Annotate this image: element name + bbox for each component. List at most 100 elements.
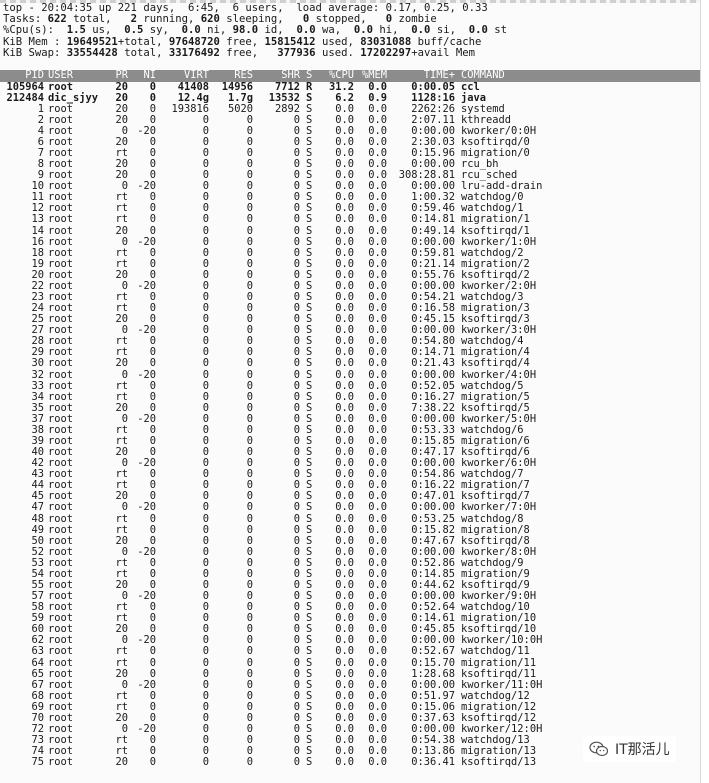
tasks-unit: total, — [66, 13, 131, 26]
cell-cmd: ccl — [461, 80, 480, 93]
cell-virt: 0 — [202, 689, 209, 702]
cell-cpu: 0.0 — [335, 756, 354, 769]
cell-res: 0 — [246, 512, 253, 525]
cell-cmd: migration/1 — [461, 213, 530, 226]
cell-user: root — [48, 512, 74, 525]
cell-time: 1128:16 — [411, 91, 455, 104]
cell-res: 0 — [246, 368, 253, 381]
cell-virt: 0 — [202, 113, 209, 126]
column-header-time: TIME+ — [423, 69, 455, 81]
cell-virt: 12.4g — [177, 91, 209, 104]
column-header-mem: %MEM — [361, 69, 387, 81]
cell-virt: 0 — [202, 634, 209, 647]
cell-virt: 0 — [202, 390, 209, 403]
table-row[interactable]: 32 root 0 -20 0 0 0 S 0.0 0.0 0:00.00 kworker/4:0H — [0, 368, 700, 381]
cell-res: 0 — [246, 645, 253, 658]
cell-virt: 0 — [202, 645, 209, 658]
table-row[interactable]: 16 root 0 -20 0 0 0 S 0.0 0.0 0:00.00 kworker/1:0H — [0, 235, 700, 248]
cell-pid: 14 — [31, 224, 44, 237]
cell-mem: 0.0 — [368, 368, 387, 381]
cell-cmd: ksoftirqd/1 — [461, 224, 530, 237]
cell-virt: 0 — [202, 490, 209, 503]
mem-label: KiB Mem : — [3, 35, 61, 48]
column-header-user: USER — [48, 69, 74, 81]
cell-s: S — [306, 357, 313, 370]
cell-time: 0:21.43 — [411, 357, 455, 370]
cell-pid: 48 — [31, 512, 44, 525]
cell-virt: 0 — [202, 401, 209, 414]
tasks-label: Tasks: — [3, 13, 42, 26]
cell-cmd: kworker/4:0H — [461, 368, 537, 381]
process-table: PID USER PR NI VIRT RES SHR S %CPU %MEM TIME+ COMMA… — [0, 69, 700, 769]
table-row[interactable]: 48 root rt 0 0 0 0 S 0.0 0.0 0:53.25 watchdog/8 — [0, 512, 700, 525]
table-row[interactable]: 30 root 20 0 0 0 0 S 0.0 0.0 0:21.43 ksoftirqd/4 — [0, 358, 700, 369]
table-row[interactable]: 14 root 20 0 0 0 0 S 0.0 0.0 0:49.14 ksoftirqd/1 — [0, 224, 700, 237]
cell-ni: 0 — [149, 357, 156, 370]
cell-virt: 0 — [202, 667, 209, 680]
column-header-res: RES — [234, 69, 253, 81]
cell-virt: 0 — [202, 745, 209, 758]
cell-pr: 0 — [121, 235, 128, 248]
cell-virt: 0 — [202, 756, 209, 769]
mem-value: 19649521 — [60, 35, 118, 48]
cell-virt: 0 — [202, 612, 209, 625]
tasks-unit: zombie — [392, 13, 437, 26]
table-row[interactable]: 105964 root 20 0 41408 14956 7712 R 31.2 0.0 0:00.… — [0, 80, 700, 93]
tasks-unit: running, — [136, 13, 201, 26]
table-row[interactable]: 13 root rt 0 0 0 0 S 0.0 0.0 0:14.81 migration/1 — [0, 214, 700, 225]
cell-ni: 0 — [149, 656, 156, 669]
cell-user: root — [48, 756, 74, 769]
cell-cmd: java — [461, 91, 487, 104]
cell-ni: 0 — [149, 224, 156, 237]
mem-unit: buff/cache — [411, 35, 482, 48]
table-row[interactable]: 47 root 0 -20 0 0 0 S 0.0 0.0 0:00.00 kworker/7:0H — [0, 502, 700, 513]
cell-mem: 0.0 — [368, 213, 387, 226]
cell-pid: 47 — [31, 501, 44, 514]
cpu-value: 98.0 — [232, 24, 259, 37]
cell-res: 0 — [246, 656, 253, 669]
cell-time: 0:15.70 — [411, 656, 455, 669]
cell-cpu: 0.0 — [335, 656, 354, 669]
cell-res: 0 — [246, 501, 253, 514]
cell-mem: 0.0 — [368, 656, 387, 669]
cell-shr: 0 — [293, 235, 300, 248]
cell-s: S — [306, 656, 313, 669]
cell-user: root — [48, 368, 74, 381]
cell-s: S — [306, 235, 313, 248]
table-row[interactable]: 64 root rt 0 0 0 0 S 0.0 0.0 0:15.70 migration/11 — [0, 656, 700, 669]
cpu-unit: id, — [258, 24, 297, 37]
cell-virt: 0 — [202, 313, 209, 326]
cpu-unit: sy, — [143, 24, 182, 37]
cell-s: S — [306, 512, 313, 525]
cell-res: 0 — [246, 224, 253, 237]
cell-shr: 0 — [293, 656, 300, 669]
cell-shr: 7712 — [274, 80, 300, 93]
cell-virt: 0 — [202, 158, 209, 171]
cell-pr: 20 — [115, 80, 128, 93]
cell-virt: 0 — [202, 335, 209, 348]
cell-shr: 0 — [293, 645, 300, 658]
cell-mem: 0.0 — [368, 80, 387, 93]
cpu-unit: hi, — [373, 24, 412, 37]
cell-shr: 13532 — [268, 91, 300, 104]
terminal-window[interactable]: top - 20:04:35 up 221 days, 6:45, 6 user… — [0, 0, 701, 783]
cell-cmd: kworker/1:0H — [461, 235, 537, 248]
cell-ni: 0 — [149, 756, 156, 769]
watermark-text: IT那活儿 — [615, 742, 670, 758]
cell-pr: 0 — [121, 501, 128, 514]
tasks-value: 620 — [200, 13, 220, 26]
swap-label: KiB Swap: — [3, 46, 61, 59]
table-row[interactable]: 212484 dic_sjyy 20 0 12.4g 1.7g 13532 S 6.2 0.9 11… — [0, 91, 700, 104]
cell-virt: 0 — [202, 656, 209, 669]
cell-cpu: 0.0 — [335, 368, 354, 381]
cell-pr: 20 — [115, 756, 128, 769]
table-row[interactable]: 63 root rt 0 0 0 0 S 0.0 0.0 0:52.67 watchdog/11 — [0, 646, 700, 657]
cell-res: 0 — [246, 756, 253, 769]
cpu-unit: wa, — [315, 24, 354, 37]
cell-virt: 0 — [202, 213, 209, 226]
cell-cpu: 0.0 — [335, 213, 354, 226]
cell-s: S — [306, 213, 313, 226]
cell-virt: 0 — [202, 379, 209, 392]
cell-user: root — [48, 235, 74, 248]
cell-shr: 0 — [293, 501, 300, 514]
